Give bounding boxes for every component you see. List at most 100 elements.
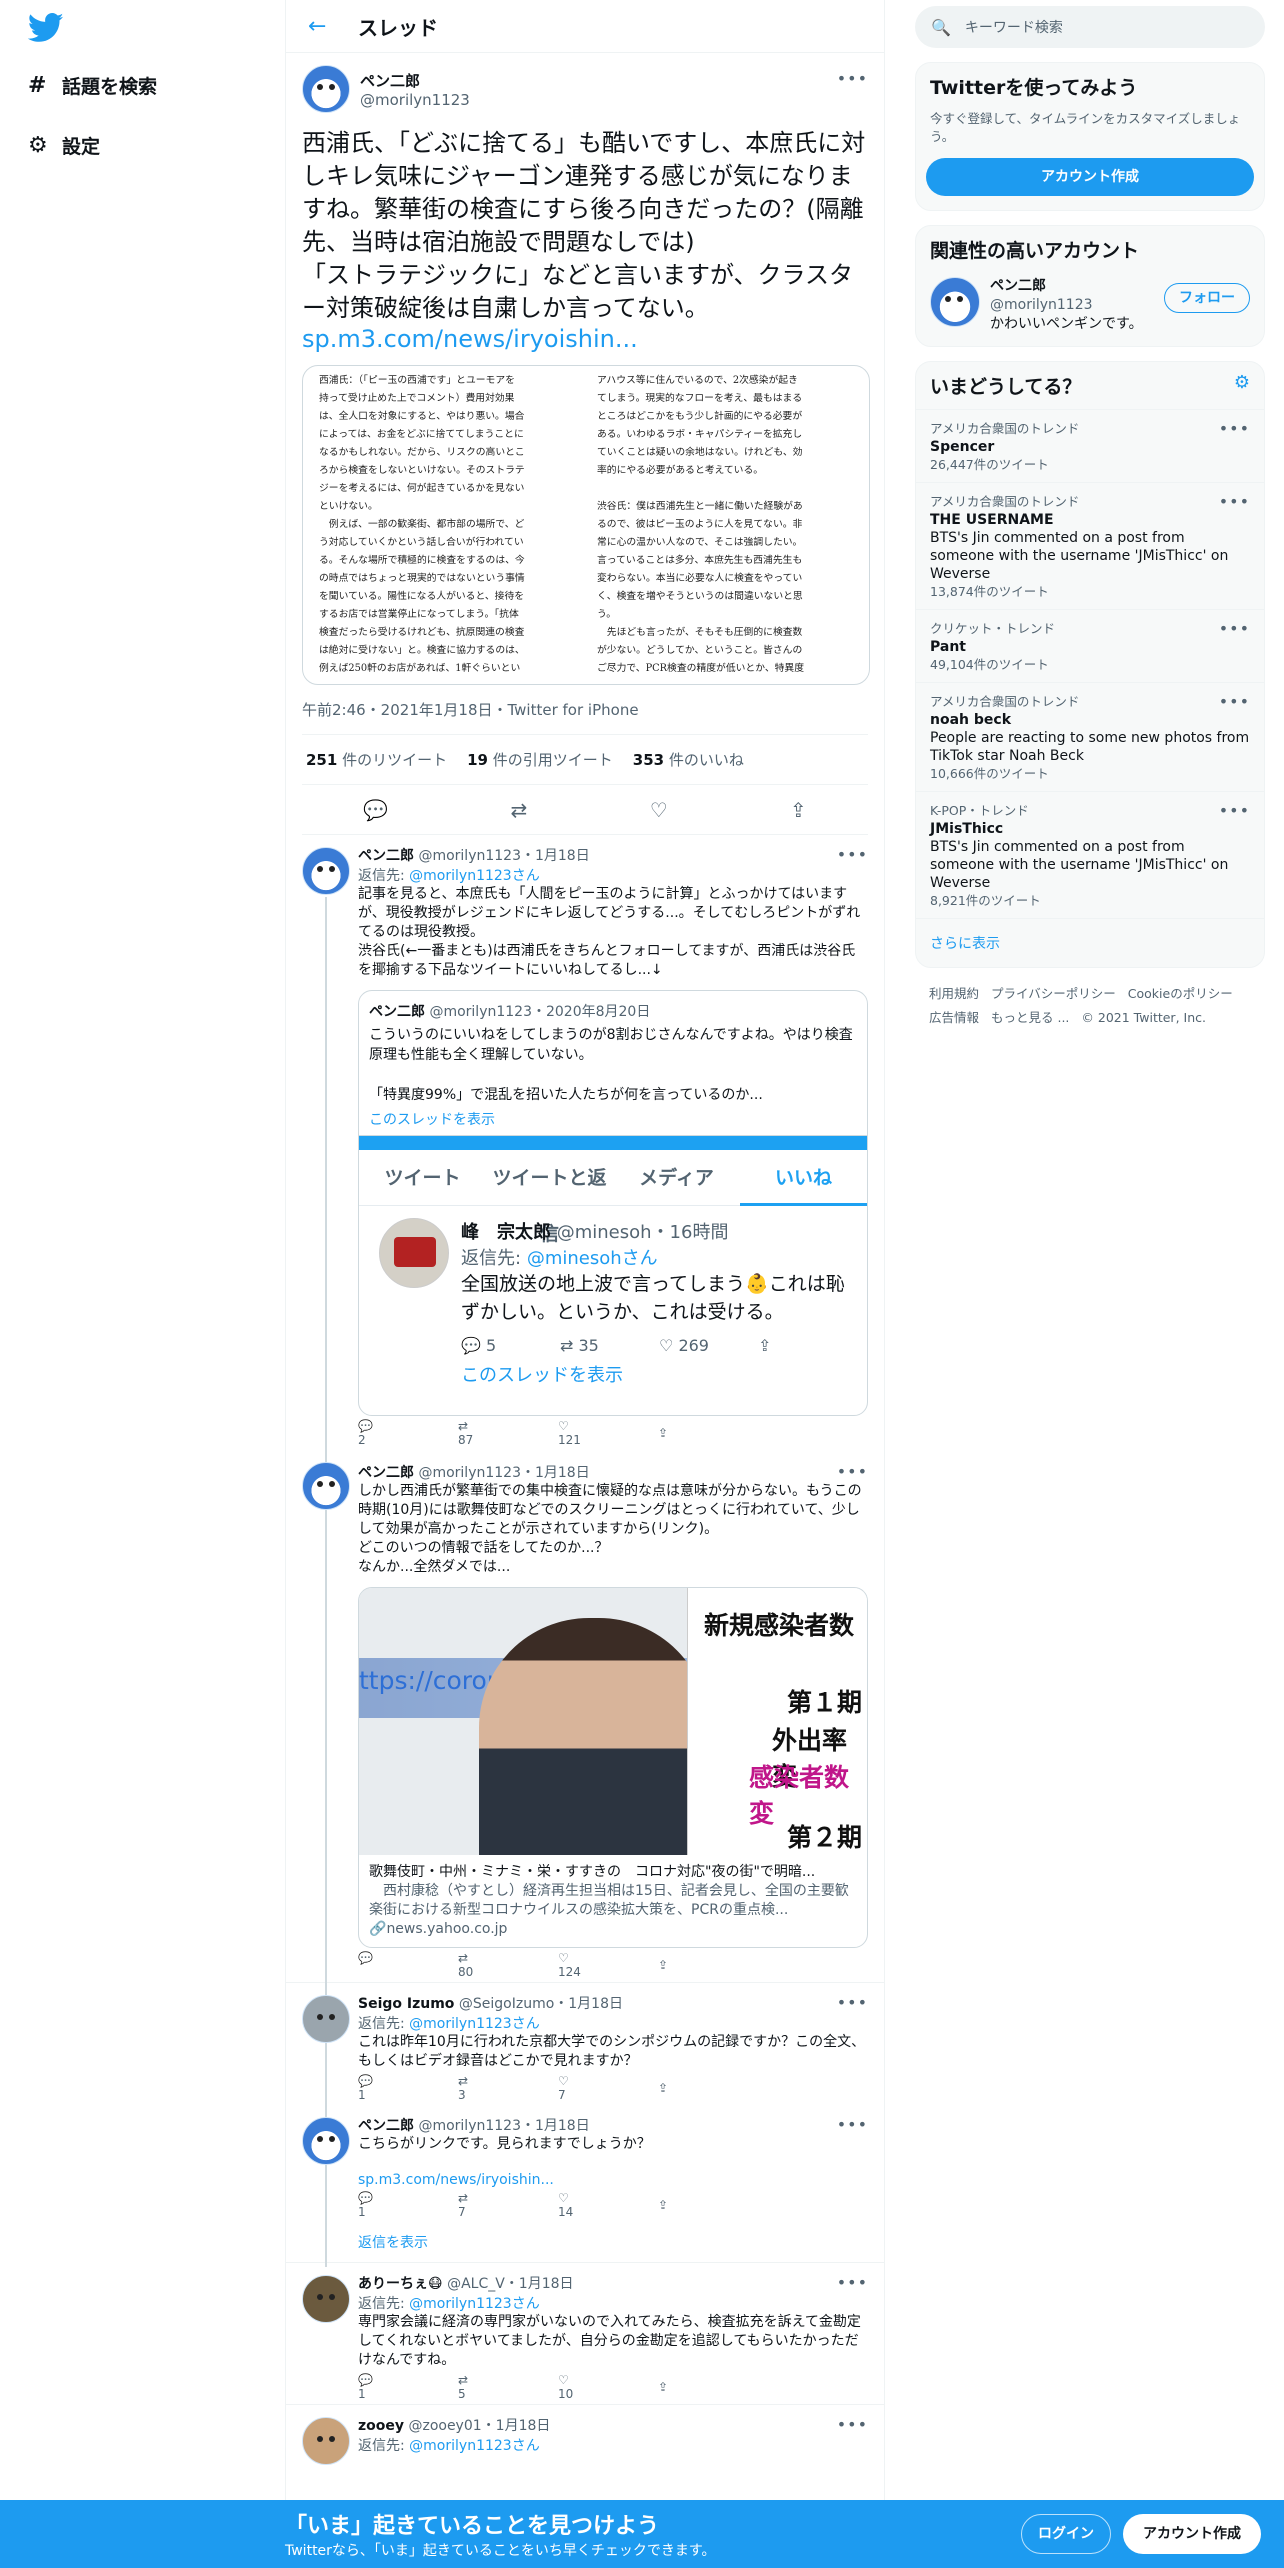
retweet-button[interactable]: ⇄ 87 bbox=[458, 1419, 558, 1447]
author-name[interactable]: ペン二郎 bbox=[360, 70, 470, 91]
related-name[interactable]: ペン二郎 bbox=[990, 277, 1143, 296]
trend-item[interactable]: アメリカ合衆国のトレンド noah beck People are reacting… bbox=[916, 682, 1264, 791]
like-button[interactable]: ♡ 121 bbox=[558, 1419, 658, 1447]
retweets-stat[interactable]: 251 件のリツイート bbox=[306, 749, 447, 770]
footer-link[interactable]: 広告情報 bbox=[929, 1010, 979, 1025]
related-account[interactable]: ペン二郎 @morilyn1123 かわいいペンギンです。 フォロー bbox=[916, 273, 1264, 346]
avatar[interactable] bbox=[302, 2417, 350, 2465]
author-handle[interactable]: @morilyn1123 bbox=[360, 91, 470, 109]
avatar[interactable] bbox=[302, 1462, 350, 1510]
like-button[interactable]: ♡ 10 bbox=[558, 2373, 658, 2401]
retweet-button[interactable]: ⇄ 3 bbox=[458, 2074, 558, 2102]
avatar[interactable] bbox=[302, 1995, 350, 2043]
author-name[interactable]: ありーちぇ😷 bbox=[358, 2276, 443, 2292]
avatar[interactable] bbox=[302, 847, 350, 895]
share-button[interactable]: ⇪ bbox=[658, 1426, 758, 1440]
show-thread-link[interactable]: このスレッドを表示 bbox=[369, 1109, 857, 1129]
reply-button[interactable]: 💬 1 bbox=[358, 2191, 458, 2219]
like-button[interactable]: ♡ 124 bbox=[558, 1951, 658, 1979]
trend-item[interactable]: クリケット・トレンド Pant 49,104件のツイート ••• bbox=[916, 609, 1264, 682]
author-name[interactable]: ペン二郎 bbox=[358, 1465, 414, 1481]
likes-stat[interactable]: 353 件のいいね bbox=[633, 749, 744, 770]
author-handle-date[interactable]: @morilyn1123・1月18日 bbox=[418, 848, 589, 864]
reply-tweet[interactable]: ペン二郎 @morilyn1123・1月18日 ••• しかし西浦氏が繁華街での集… bbox=[286, 1450, 884, 1982]
retweet-button[interactable]: ⇄ 80 bbox=[458, 1951, 558, 1979]
author-name[interactable]: ペン二郎 bbox=[358, 2118, 414, 2134]
like-button[interactable]: ♡ 14 bbox=[558, 2191, 658, 2219]
tweet-link[interactable]: sp.m3.com/news/iryoishin... bbox=[302, 325, 868, 353]
more-icon[interactable]: ••• bbox=[837, 2273, 868, 2292]
retweet-button[interactable]: ⇄ 7 bbox=[458, 2191, 558, 2219]
author-handle-date[interactable]: @morilyn1123・1月18日 bbox=[418, 1465, 589, 1481]
more-icon[interactable]: ••• bbox=[1219, 802, 1250, 820]
like-icon[interactable]: ♡ bbox=[650, 798, 668, 822]
trend-item[interactable]: K-POP・トレンド JMisThicc BTS's Jin commented o… bbox=[916, 791, 1264, 918]
more-icon[interactable]: ••• bbox=[1219, 420, 1250, 438]
avatar[interactable] bbox=[302, 2275, 350, 2323]
avatar[interactable] bbox=[302, 65, 350, 113]
more-icon[interactable]: ••• bbox=[1219, 693, 1250, 711]
footer-link[interactable]: Cookieのポリシー bbox=[1128, 986, 1233, 1001]
reply-tweet[interactable]: zooey @zooey01・1月18日 ••• 返信先: @morilyn112… bbox=[286, 2405, 884, 2465]
reply-tweet[interactable]: Seigo Izumo @SeigoIzumo・1月18日 ••• 返信先: @m… bbox=[286, 1983, 884, 2105]
signup-button[interactable]: アカウント作成 bbox=[1123, 2514, 1261, 2554]
quotes-stat[interactable]: 19 件の引用ツイート bbox=[467, 749, 613, 770]
more-icon[interactable]: ••• bbox=[837, 845, 868, 864]
footer-link[interactable]: 利用規約 bbox=[929, 986, 979, 1001]
author-name[interactable]: zooey bbox=[358, 2418, 404, 2434]
reply-button[interactable]: 💬 bbox=[358, 1951, 458, 1979]
nav-settings[interactable]: ⚙ 設定 bbox=[28, 125, 100, 165]
reply-link[interactable]: sp.m3.com/news/iryoishin... bbox=[358, 2172, 868, 2188]
settings-gear-icon[interactable]: ⚙ bbox=[1234, 372, 1250, 393]
search-bar[interactable]: 🔍 キーワード検索 bbox=[915, 6, 1265, 48]
more-icon[interactable]: ••• bbox=[837, 1462, 868, 1481]
reply-button[interactable]: 💬 1 bbox=[358, 2074, 458, 2102]
author-handle-date[interactable]: @zooey01・1月18日 bbox=[408, 2418, 550, 2434]
share-icon[interactable]: ⇪ bbox=[790, 798, 807, 822]
trend-item[interactable]: アメリカ合衆国のトレンド THE USERNAME BTS's Jin commen… bbox=[916, 482, 1264, 609]
author-handle-date[interactable]: @SeigoIzumo・1月18日 bbox=[459, 1996, 623, 2012]
more-icon[interactable]: ••• bbox=[837, 69, 868, 88]
search-input[interactable]: キーワード検索 bbox=[965, 17, 1063, 37]
link-card[interactable]: ttps://corona.go 新規感染者数 第１期 外出率変 感染者数変 第… bbox=[358, 1587, 868, 1948]
author-handle-date[interactable]: @morilyn1123・1月18日 bbox=[418, 2118, 589, 2134]
avatar[interactable] bbox=[930, 277, 980, 327]
author-name[interactable]: Seigo Izumo bbox=[358, 1996, 454, 2012]
footer-link[interactable]: もっと見る ... bbox=[991, 1010, 1069, 1025]
share-button[interactable]: ⇪ bbox=[658, 1958, 758, 1972]
reply-button[interactable]: 💬 2 bbox=[358, 1419, 458, 1447]
retweet-icon[interactable]: ⇄ bbox=[511, 798, 528, 822]
share-button[interactable]: ⇪ bbox=[658, 2081, 758, 2095]
back-arrow-icon[interactable]: ← bbox=[308, 14, 358, 39]
author-name[interactable]: ペン二郎 bbox=[358, 848, 414, 864]
reply-tweet[interactable]: ペン二郎 @morilyn1123・1月18日 ••• 返信先: @morilyn… bbox=[286, 835, 884, 2267]
show-replies-link[interactable]: 返信を表示 bbox=[286, 2222, 884, 2262]
related-handle[interactable]: @morilyn1123 bbox=[990, 296, 1143, 315]
more-icon[interactable]: ••• bbox=[1219, 620, 1250, 638]
twitter-logo-icon[interactable] bbox=[28, 12, 64, 44]
more-icon[interactable]: ••• bbox=[837, 2415, 868, 2434]
more-icon[interactable]: ••• bbox=[837, 2115, 868, 2134]
share-button[interactable]: ⇪ bbox=[658, 2198, 758, 2212]
more-icon[interactable]: ••• bbox=[837, 1993, 868, 2012]
trend-item[interactable]: アメリカ合衆国のトレンド Spencer 26,447件のツイート ••• bbox=[916, 409, 1264, 482]
tweet-image[interactable]: 西浦氏：（「ピー玉の西浦です」とユーモアを 持って受け止めた上でコメント）費用対… bbox=[302, 365, 870, 685]
quote-tweet[interactable]: ペン二郎 @morilyn1123・2020年8月20日 こういうのにいいねをし… bbox=[358, 990, 868, 1416]
show-more-trends[interactable]: さらに表示 bbox=[916, 918, 1264, 967]
create-account-button[interactable]: アカウント作成 bbox=[926, 158, 1254, 196]
reply-tweet[interactable]: ペン二郎 @morilyn1123・1月18日 ••• こちらがリンクです。見られ… bbox=[286, 2105, 884, 2222]
reply-icon[interactable]: 💬 bbox=[363, 798, 388, 822]
footer-link[interactable]: プライバシーポリシー bbox=[991, 986, 1116, 1001]
login-button[interactable]: ログイン bbox=[1021, 2514, 1111, 2554]
retweet-button[interactable]: ⇄ 5 bbox=[458, 2373, 558, 2401]
avatar[interactable] bbox=[302, 2117, 350, 2165]
nav-explore[interactable]: # 話題を検索 bbox=[28, 65, 157, 105]
share-button[interactable]: ⇪ bbox=[658, 2380, 758, 2394]
author-handle-date[interactable]: @ALC_V・1月18日 bbox=[447, 2276, 573, 2292]
reply-tweet[interactable]: ありーちぇ😷 @ALC_V・1月18日 ••• 返信先: @morilyn1123… bbox=[286, 2263, 884, 2404]
reply-button[interactable]: 💬 1 bbox=[358, 2373, 458, 2401]
like-button[interactable]: ♡ 7 bbox=[558, 2074, 658, 2102]
more-icon[interactable]: ••• bbox=[1219, 493, 1250, 511]
shot-tab: メディア bbox=[639, 1166, 714, 1189]
follow-button[interactable]: フォロー bbox=[1164, 283, 1250, 313]
